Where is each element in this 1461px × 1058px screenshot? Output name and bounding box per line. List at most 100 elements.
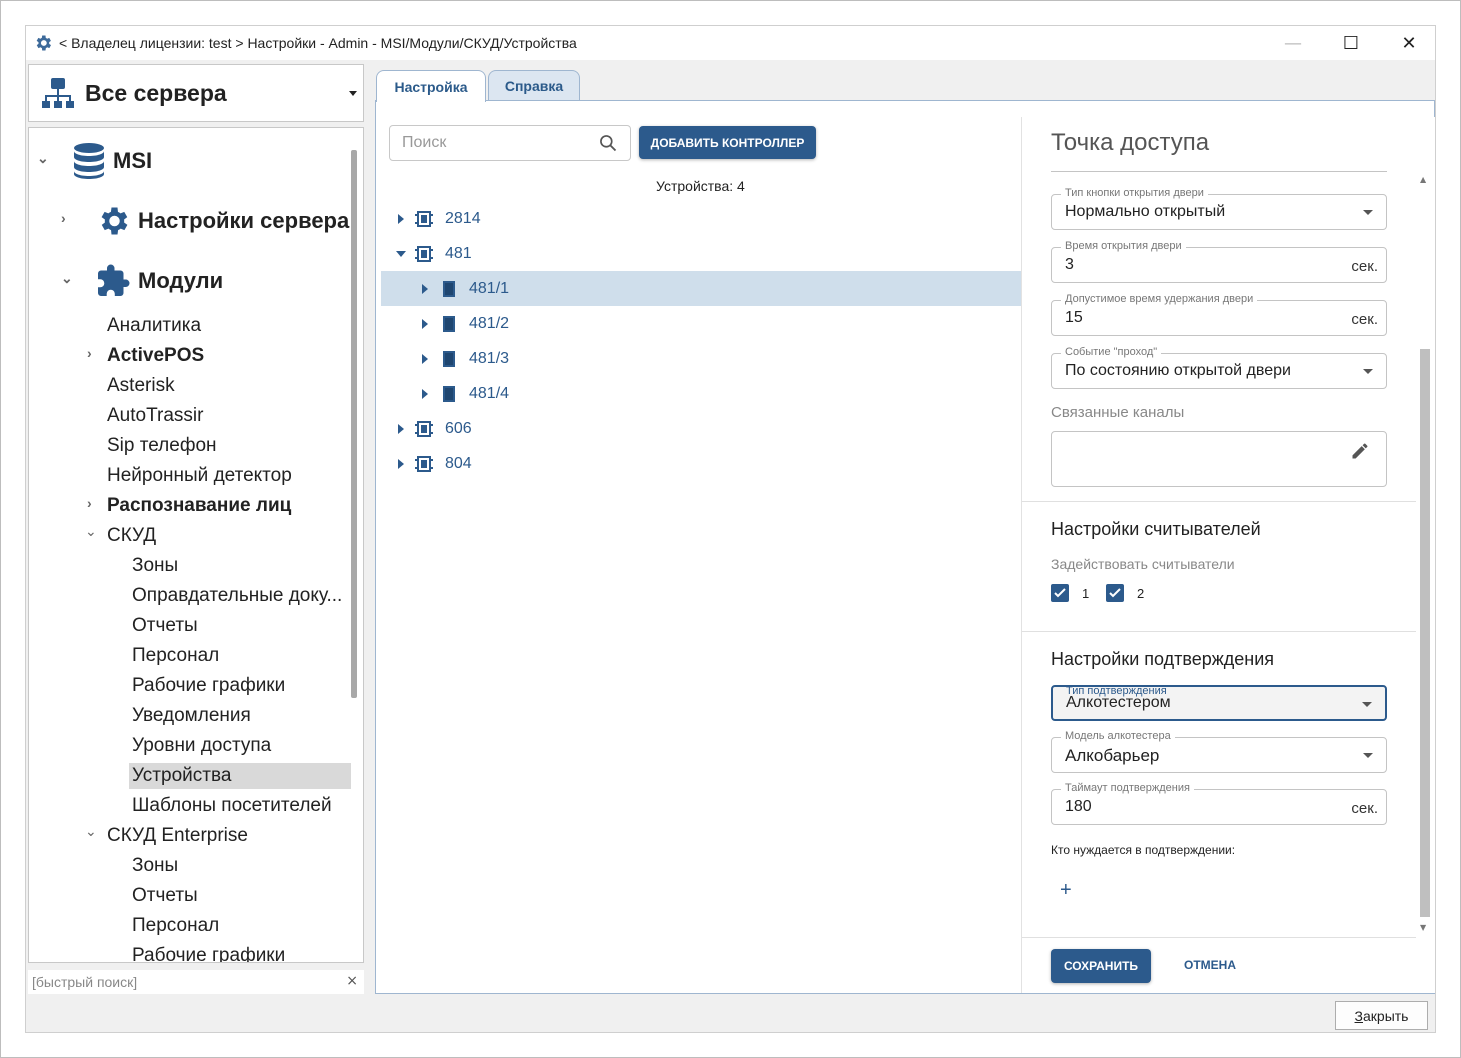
field-value: 15 [1065, 309, 1083, 326]
server-select[interactable]: Все сервера [28, 64, 364, 122]
settings-window: < Владелец лицензии: test > Настройки - … [25, 25, 1436, 1033]
expand-arrow-icon[interactable] [422, 283, 428, 294]
tree-item-ent-schedules[interactable]: Рабочие графики [132, 941, 285, 962]
quick-search-placeholder: [быстрый поиск] [32, 974, 138, 990]
panel-scrollbar[interactable] [1420, 349, 1430, 917]
scroll-up-icon[interactable]: ▲ [1420, 175, 1426, 184]
tree-item-skud-enterprise[interactable]: ⌄ СКУД Enterprise [85, 821, 248, 851]
readers-section-title: Настройки считывателей [1051, 519, 1261, 539]
tree-item-excuse-docs[interactable]: Оправдательные доку... [132, 581, 342, 611]
dropdown-caret-icon [1363, 210, 1373, 215]
linked-channels-box[interactable] [1051, 431, 1387, 487]
tree-item-schedules[interactable]: Рабочие графики [132, 671, 285, 701]
field-label: Модель алкотестера [1061, 730, 1175, 742]
chevron-down-icon[interactable]: ⌄ [85, 823, 97, 840]
tree-item-zones[interactable]: Зоны [132, 551, 178, 581]
search-icon[interactable] [598, 133, 618, 153]
reader-1-checkbox[interactable] [1051, 584, 1069, 602]
chevron-right-icon[interactable]: › [61, 210, 66, 226]
confirmation-timeout-field[interactable]: Таймаут подтверждения 180 сек. [1051, 782, 1387, 825]
field-label: Таймаут подтверждения [1061, 782, 1194, 794]
confirmation-section-title: Настройки подтверждения [1051, 649, 1275, 669]
field-value: 180 [1065, 798, 1092, 815]
controller-chip-icon [415, 245, 433, 262]
chevron-right-icon[interactable]: › [87, 345, 92, 361]
save-button[interactable]: СОХРАНИТЬ [1051, 949, 1151, 983]
reader-2-checkbox[interactable] [1106, 584, 1124, 602]
cancel-button[interactable]: ОТМЕНА [1184, 958, 1236, 972]
device-search[interactable] [389, 125, 631, 161]
chevron-down-icon[interactable]: ⌄ [61, 270, 73, 287]
tree-item-activepos[interactable]: › ActivePOS [87, 341, 204, 371]
tree-item-notifications[interactable]: Уведомления [132, 701, 251, 731]
tree-item-ent-personnel[interactable]: Персонал [132, 911, 219, 941]
content-area: ДОБАВИТЬ КОНТРОЛЛЕР Устройства: 4 2814 4… [375, 100, 1435, 994]
tree-item-visitor-templates[interactable]: Шаблоны посетителей [132, 791, 332, 821]
tree-scrollbar[interactable] [351, 150, 357, 698]
controller-chip-icon [415, 420, 433, 437]
device-label: 481/4 [469, 384, 510, 402]
tree-label: MSI [113, 148, 153, 173]
tree-item-personnel[interactable]: Персонал [132, 641, 219, 671]
device-count: Устройства: 4 [656, 178, 745, 194]
device-row-606[interactable]: 606 [381, 411, 1021, 446]
door-hold-time-field[interactable]: Допустимое время удержания двери 15 сек. [1051, 293, 1387, 336]
tree-item-access-levels[interactable]: Уровни доступа [132, 731, 271, 761]
minimize-button[interactable]: — [1264, 26, 1322, 60]
chevron-right-icon[interactable]: › [87, 495, 92, 511]
device-row-2814[interactable]: 2814 [381, 201, 1021, 236]
expand-arrow-icon[interactable] [398, 423, 404, 434]
device-row-481-3[interactable]: 481/3 [381, 341, 1021, 376]
device-row-481-4[interactable]: 481/4 [381, 376, 1021, 411]
tree-item-face-recognition[interactable]: › Распознавание лиц [87, 491, 291, 521]
pencil-icon[interactable] [1350, 441, 1370, 461]
tree-item-sip-phone[interactable]: Sip телефон [107, 431, 217, 461]
device-label: 481/1 [469, 279, 510, 297]
confirmation-type-select[interactable]: Тип подтверждения Алкотестером [1051, 685, 1387, 721]
clear-icon[interactable]: × [346, 973, 358, 989]
device-row-481-2[interactable]: 481/2 [381, 306, 1021, 341]
device-row-481[interactable]: 481 [381, 236, 1021, 271]
tree-item-skud[interactable]: ⌄ СКУД [85, 521, 156, 551]
tree-item-ent-reports[interactable]: Отчеты [132, 881, 198, 911]
field-value: По состоянию открытой двери [1065, 362, 1291, 379]
quick-search[interactable]: [быстрый поиск] × [28, 970, 364, 994]
close-window-button[interactable]: ✕ [1380, 26, 1438, 60]
breathalyzer-model-select[interactable]: Модель алкотестера Алкобарьер [1051, 730, 1387, 773]
tree-item-asterisk[interactable]: Asterisk [107, 371, 175, 401]
tab-help[interactable]: Справка [488, 70, 580, 101]
window-title: < Владелец лицензии: test > Настройки - … [59, 35, 577, 51]
device-row-481-1[interactable]: 481/1 [381, 271, 1021, 306]
tab-settings[interactable]: Настройка [376, 70, 486, 102]
add-icon[interactable]: + [1060, 879, 1072, 902]
chevron-down-icon[interactable]: ⌄ [37, 150, 49, 167]
tree-item-autotrassir[interactable]: AutoTrassir [107, 401, 203, 431]
section-divider [1022, 937, 1416, 938]
door-button-type-select[interactable]: Тип кнопки открытия двери Нормально откр… [1051, 187, 1387, 230]
field-value: 3 [1065, 256, 1074, 273]
tree-label: Модули [138, 268, 224, 293]
add-controller-button[interactable]: ДОБАВИТЬ КОНТРОЛЛЕР [639, 126, 816, 159]
door-open-time-field[interactable]: Время открытия двери 3 сек. [1051, 240, 1387, 283]
pass-event-select[interactable]: Событие "проход" По состоянию открытой д… [1051, 346, 1387, 389]
collapse-arrow-icon[interactable] [396, 250, 406, 257]
chevron-down-icon[interactable]: ⌄ [85, 523, 97, 540]
expand-arrow-icon[interactable] [422, 353, 428, 364]
scroll-down-icon[interactable]: ▼ [1420, 923, 1426, 932]
tree-item-ent-zones[interactable]: Зоны [132, 851, 178, 881]
panel-title: Точка доступа [1051, 129, 1210, 156]
expand-arrow-icon[interactable] [398, 458, 404, 469]
expand-arrow-icon[interactable] [398, 213, 404, 224]
tree-item-analytics[interactable]: Аналитика [107, 311, 201, 341]
tree-item-devices[interactable]: Устройства [129, 761, 352, 791]
device-row-804[interactable]: 804 [381, 446, 1021, 481]
settings-tree: ⌄ MSI › Настройки сервера ⌄ Модули Анали… [28, 127, 364, 963]
unit-label: сек. [1351, 800, 1378, 817]
close-button[interactable]: Закрыть [1335, 1001, 1428, 1030]
expand-arrow-icon[interactable] [422, 388, 428, 399]
tree-item-neural-detector[interactable]: Нейронный детектор [107, 461, 292, 491]
maximize-button[interactable]: ☐ [1322, 26, 1380, 60]
expand-arrow-icon[interactable] [422, 318, 428, 329]
search-input[interactable] [402, 134, 582, 152]
tree-item-reports[interactable]: Отчеты [132, 611, 198, 641]
